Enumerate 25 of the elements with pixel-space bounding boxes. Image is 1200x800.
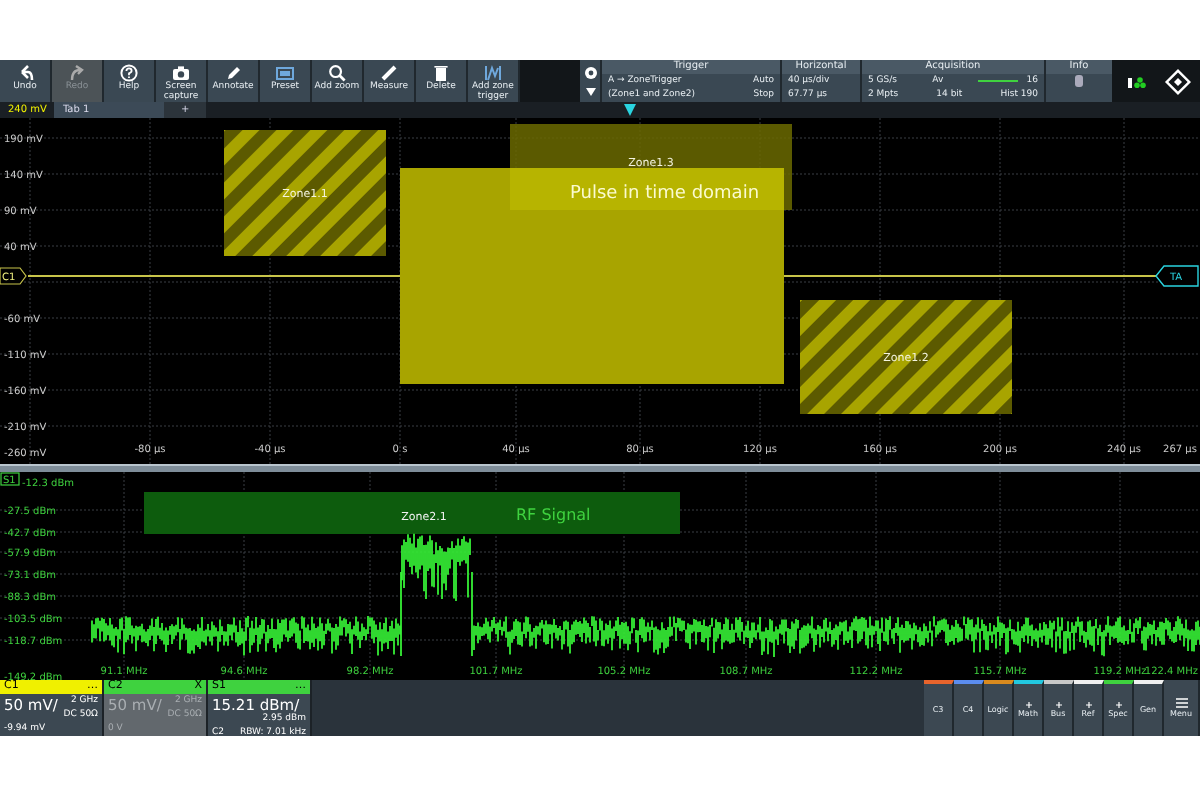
ruler-icon — [380, 64, 398, 82]
undo-icon — [16, 64, 34, 82]
diamond-logo-icon — [1164, 67, 1192, 95]
plus-icon — [1025, 701, 1031, 707]
zone-area[interactable] — [224, 130, 386, 256]
zone-trigger-icon — [484, 64, 502, 82]
magnifier-icon — [328, 64, 346, 82]
help-icon — [120, 64, 138, 82]
caret-icon — [585, 88, 595, 96]
plus-icon — [1115, 701, 1121, 707]
annotation-text: RF Signal — [516, 506, 591, 524]
preset-icon — [276, 64, 294, 82]
settings-button[interactable] — [580, 60, 600, 102]
ring-icon — [583, 66, 597, 80]
pencil-icon — [224, 64, 242, 82]
trash-icon — [432, 64, 450, 82]
zone-area[interactable] — [800, 300, 1012, 414]
camera-icon — [172, 64, 190, 82]
plus-icon — [1085, 701, 1091, 707]
redo-icon — [68, 64, 86, 82]
plus-icon — [1055, 701, 1061, 707]
network-icon — [1128, 75, 1148, 87]
annotation-text: Pulse in time domain — [570, 184, 760, 204]
bell-icon — [1074, 74, 1084, 88]
menu-icon — [1175, 697, 1187, 707]
